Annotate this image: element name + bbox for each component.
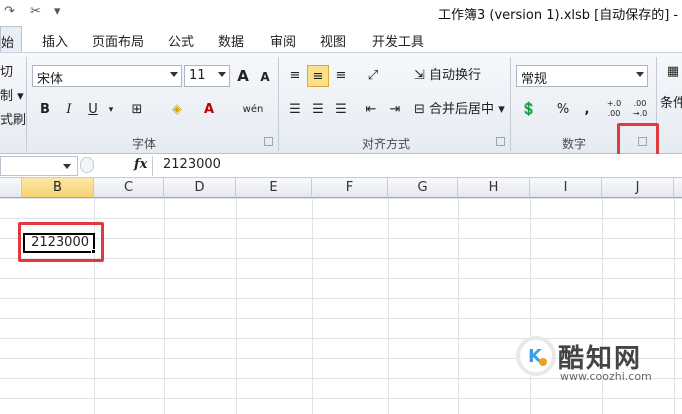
- column-header-c[interactable]: C: [94, 178, 164, 198]
- font-size-value: 11: [189, 68, 206, 83]
- italic-button[interactable]: I: [58, 99, 80, 121]
- watermark-logo: K: [516, 336, 556, 376]
- formula-input[interactable]: 2123000: [152, 156, 682, 176]
- merge-center-button[interactable]: ⊟ 合并后居中 ▾: [414, 99, 505, 121]
- ribbon: 切 制 ▾ 式刷 宋体 11 A A B I U ▾ ⊞ ◈ A wén 字体 …: [0, 52, 682, 154]
- alignment-dialog-launcher-icon[interactable]: [496, 137, 505, 146]
- watermark-dot-icon: [539, 358, 547, 366]
- align-middle-icon[interactable]: ≡: [307, 65, 329, 87]
- align-right-icon[interactable]: ☰: [330, 99, 352, 121]
- chevron-down-icon: [636, 72, 644, 77]
- wrap-text-label: 自动换行: [429, 68, 482, 83]
- cell-highlight: [18, 222, 104, 262]
- align-center-icon[interactable]: ☰: [307, 99, 329, 121]
- group-separator: [26, 57, 27, 151]
- currency-button[interactable]: 💲: [516, 99, 542, 121]
- group-separator: [510, 57, 511, 151]
- merge-center-label: 合并后居中: [429, 102, 495, 117]
- watermark-url: www.coozhi.com: [560, 370, 652, 383]
- number-format-value: 常规: [521, 72, 548, 87]
- column-header-b[interactable]: B: [22, 178, 94, 198]
- align-top-icon[interactable]: ≡: [284, 65, 306, 87]
- number-group-label: 数字: [562, 137, 587, 151]
- grid-line: [164, 198, 165, 414]
- grid-line: [312, 198, 313, 414]
- column-header-h[interactable]: H: [458, 178, 530, 198]
- customize-toolbar-icon[interactable]: ▾: [54, 4, 61, 19]
- comma-button[interactable]: ,: [576, 99, 598, 121]
- formula-bar: fx 2123000: [0, 154, 682, 178]
- conditional-format-button[interactable]: 条件: [660, 93, 682, 115]
- decrease-indent-icon[interactable]: ⇤: [360, 99, 382, 121]
- font-name-select[interactable]: 宋体: [32, 65, 182, 87]
- name-box[interactable]: [0, 156, 78, 176]
- select-all-corner[interactable]: [0, 178, 22, 198]
- column-header-f[interactable]: F: [312, 178, 388, 198]
- cut-icon[interactable]: ✂: [30, 4, 41, 19]
- tab-page-layout[interactable]: 页面布局: [92, 31, 144, 50]
- group-separator: [278, 57, 279, 151]
- column-header-e[interactable]: E: [236, 178, 312, 198]
- font-dialog-launcher-icon[interactable]: [264, 137, 273, 146]
- tab-review[interactable]: 审阅: [270, 31, 296, 50]
- merge-cells-icon: ⊟: [414, 102, 425, 117]
- grid-line: [236, 198, 237, 414]
- copy-button[interactable]: 制 ▾: [0, 85, 24, 104]
- column-header-partial: [674, 178, 682, 198]
- format-painter-button[interactable]: 式刷: [0, 109, 26, 128]
- increase-decimal-button[interactable]: +.0 .00: [602, 99, 626, 121]
- redo-icon[interactable]: ↷: [4, 4, 15, 19]
- font-color-icon[interactable]: A: [198, 99, 220, 121]
- decrease-decimal-button[interactable]: .00 →.0: [628, 99, 652, 121]
- tab-data[interactable]: 数据: [218, 31, 244, 50]
- phonetic-button[interactable]: wén: [240, 99, 266, 121]
- insert-function-icon[interactable]: fx: [134, 157, 147, 172]
- tab-developer[interactable]: 开发工具: [372, 31, 424, 50]
- orientation-icon[interactable]: ⤢: [362, 65, 384, 87]
- border-icon[interactable]: ⊞: [126, 99, 148, 121]
- number-format-select[interactable]: 常规: [516, 65, 648, 87]
- font-size-select[interactable]: 11: [184, 65, 230, 87]
- column-header-g[interactable]: G: [388, 178, 458, 198]
- conditional-format-icon[interactable]: ▦: [664, 61, 682, 83]
- chevron-down-icon: [218, 72, 226, 77]
- column-header-i[interactable]: I: [530, 178, 602, 198]
- align-left-icon[interactable]: ☰: [284, 99, 306, 121]
- chevron-down-icon: [170, 72, 178, 77]
- wrap-text-icon: ⇲: [414, 68, 425, 83]
- tab-formulas[interactable]: 公式: [168, 31, 194, 50]
- cut-button[interactable]: 切: [0, 61, 13, 80]
- chevron-down-icon[interactable]: ▾: [100, 99, 122, 121]
- column-header-j[interactable]: J: [602, 178, 674, 198]
- fill-color-icon[interactable]: ◈: [166, 99, 188, 121]
- grid-line: [530, 198, 531, 414]
- font-group-label: 字体: [132, 137, 157, 151]
- grow-font-button[interactable]: A: [232, 65, 254, 87]
- title-bar: ↷ ✂ ▾ 工作簿3 (version 1).xlsb [自动保存的] - Mi…: [0, 0, 682, 24]
- align-bottom-icon[interactable]: ≡: [330, 65, 352, 87]
- window-title: 工作簿3 (version 1).xlsb [自动保存的] - Micr: [438, 8, 682, 23]
- chevron-down-icon: [63, 164, 71, 169]
- formula-bar-splitter[interactable]: [80, 157, 94, 173]
- tab-home[interactable]: 始: [0, 26, 22, 52]
- alignment-group-label: 对齐方式: [362, 137, 411, 151]
- grid-line: [388, 198, 389, 414]
- font-name-value: 宋体: [37, 72, 64, 87]
- ribbon-tabs: 始 插入 页面布局 公式 数据 审阅 视图 开发工具: [0, 24, 682, 52]
- column-header-d[interactable]: D: [164, 178, 236, 198]
- increase-indent-icon[interactable]: ⇥: [384, 99, 406, 121]
- bold-button[interactable]: B: [34, 99, 56, 121]
- wrap-text-button[interactable]: ⇲ 自动换行: [414, 65, 481, 87]
- grid-line: [674, 198, 675, 414]
- tab-home-label: 始: [1, 36, 15, 51]
- percent-button[interactable]: %: [552, 99, 574, 121]
- tab-insert[interactable]: 插入: [42, 31, 68, 50]
- grid-line: [458, 198, 459, 414]
- tab-view[interactable]: 视图: [320, 31, 346, 50]
- shrink-font-button[interactable]: A: [254, 66, 276, 88]
